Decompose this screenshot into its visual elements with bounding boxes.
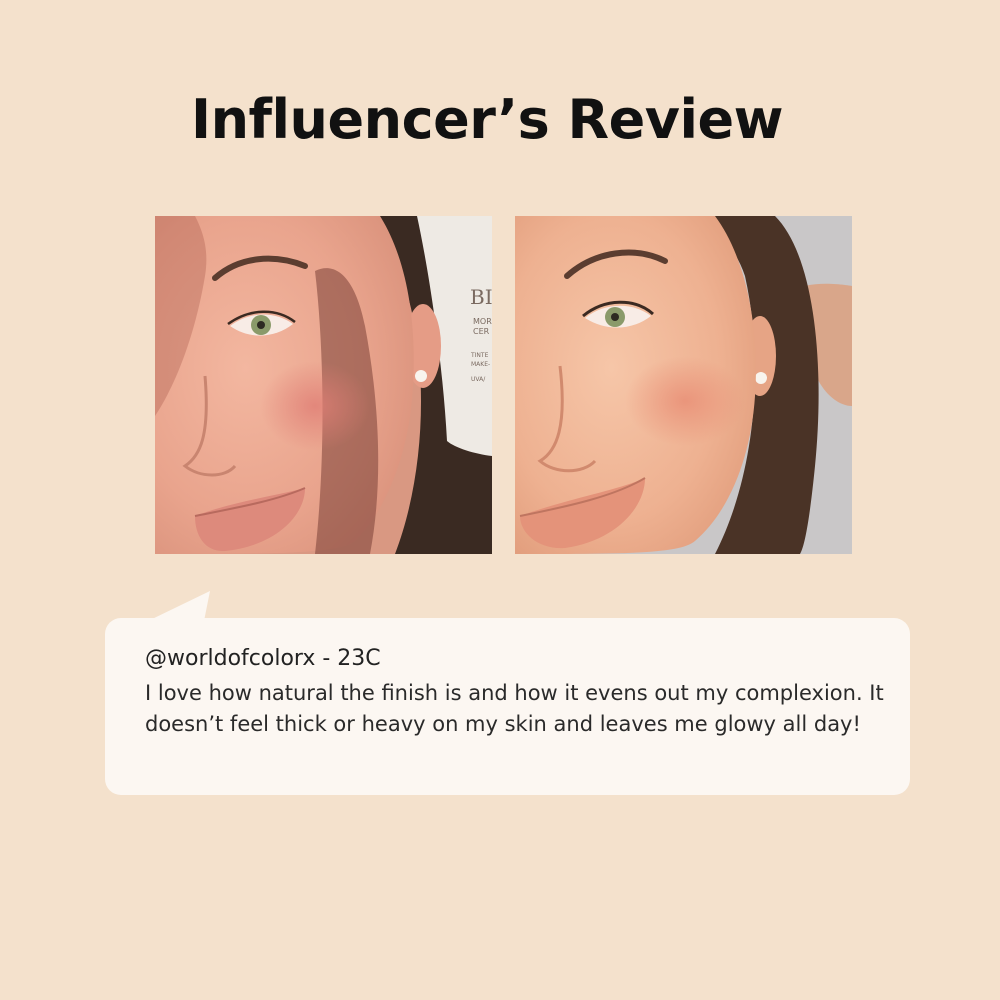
page-title: Influencer’s Review: [191, 88, 783, 151]
tube-line-text: MAKE-: [471, 361, 490, 368]
tube-line-text: TINTE: [470, 352, 489, 359]
review-text: I love how natural the finish is and how…: [145, 681, 884, 736]
tube-brand-text: BI: [470, 285, 492, 309]
review-card: Influencer’s Review BI MOR CER TINTE MAK…: [0, 0, 1000, 1000]
tube-line-text: UVA/: [471, 376, 486, 383]
tube-line-text: MOR: [473, 317, 492, 326]
after-photo: [515, 216, 852, 554]
before-photo: BI MOR CER TINTE MAKE- UVA/: [155, 216, 492, 554]
review-author: @worldofcolorx - 23C: [145, 646, 381, 671]
speech-bubble-tail: [148, 591, 210, 621]
tube-line-text: CER: [473, 327, 490, 336]
